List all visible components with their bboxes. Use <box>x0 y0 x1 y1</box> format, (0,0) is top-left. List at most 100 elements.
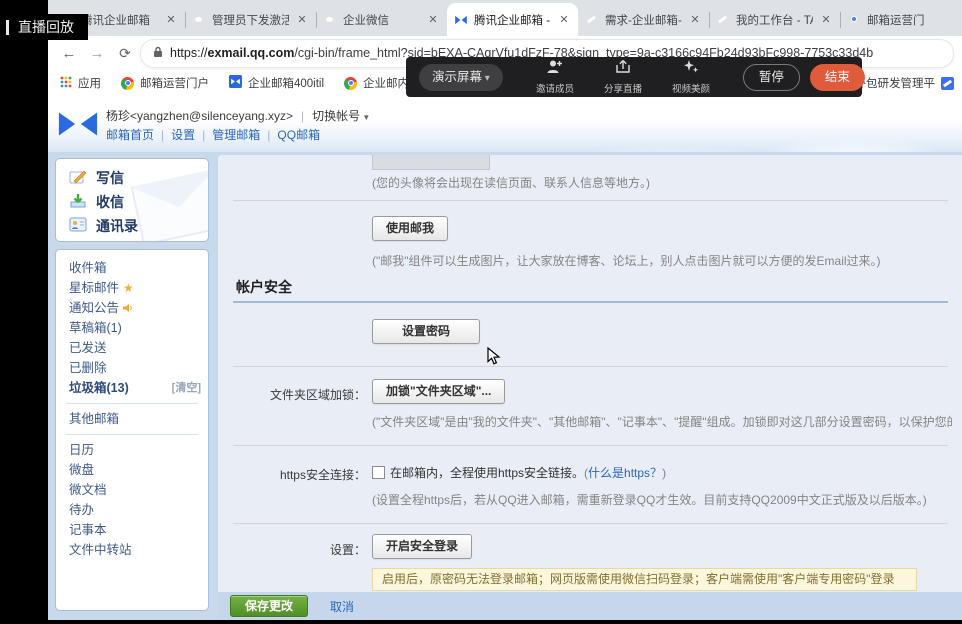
nav-manage-mail[interactable]: 管理邮箱 <box>212 128 260 142</box>
bookmark-mail-portal[interactable]: 邮箱运营门户 <box>121 75 209 91</box>
folder-starred[interactable]: 星标邮件★ <box>56 278 208 298</box>
tab-title: 腾讯企业邮箱 - 常 <box>474 12 551 28</box>
apps-grid-icon <box>60 76 72 91</box>
tab-mail-portal[interactable]: 邮箱运营门 <box>840 3 962 36</box>
live-replay-badge: 直播回放 <box>0 14 88 40</box>
back-button[interactable] <box>56 40 82 66</box>
folder-inbox[interactable]: 收件箱 <box>56 258 208 278</box>
chrome-icon <box>121 77 134 90</box>
what-is-https-link[interactable]: 什么是https？ <box>588 466 662 480</box>
chrome-icon <box>344 77 357 90</box>
wecom-favicon <box>192 13 206 27</box>
nav-qq-mail[interactable]: QQ邮箱 <box>277 128 320 142</box>
https-checkbox[interactable] <box>372 466 385 479</box>
sparkle-icon <box>683 59 699 79</box>
tab-activation-code[interactable]: 管理员下发激活码 <box>185 3 316 36</box>
mailme-note: ("邮我"组件可以生成图片，让大家放在博客、论坛上，别人点击图片就可以方便的发E… <box>372 252 881 269</box>
folder-announcements[interactable]: 通知公告 <box>56 298 208 318</box>
empty-spam-link[interactable]: [清空] <box>172 378 201 398</box>
compose-button[interactable]: 写信 <box>56 166 208 190</box>
exmail-page: 杨珍<yangzhen@silenceyang.xyz> | 切换帐号 邮箱首页… <box>48 96 962 620</box>
folder-file-transfer[interactable]: 文件中转站 <box>56 540 208 560</box>
mail-top-nav: 邮箱首页 设置 管理邮箱 QQ邮箱 <box>106 126 334 143</box>
switch-account-menu[interactable]: 切换帐号 <box>312 107 370 124</box>
nav-settings[interactable]: 设置 <box>171 128 195 142</box>
mail-header: 杨珍<yangzhen@silenceyang.xyz> | 切换帐号 邮箱首页… <box>48 96 962 152</box>
nav-mail-home[interactable]: 邮箱首页 <box>106 128 154 142</box>
https-row: 在邮箱内，全程使用https安全链接。(什么是https？) <box>372 464 666 481</box>
pause-button[interactable]: 暂停 <box>743 64 800 91</box>
forward-button[interactable] <box>84 40 110 66</box>
enable-secure-login-button[interactable]: 开启安全登录 <box>372 534 472 559</box>
folder-notebook[interactable]: 记事本 <box>56 520 208 540</box>
settings-panel: (您的头像将会出现在读信页面、联系人信息等地方。) 使用邮我 ("邮我"组件可以… <box>218 155 962 592</box>
bookmark-apps[interactable]: 应用 <box>60 75 101 91</box>
end-button[interactable]: 结束 <box>810 64 865 91</box>
folder-drafts[interactable]: 草稿箱(1) <box>56 318 208 338</box>
account-address: 杨珍<yangzhen@silenceyang.xyz> <box>106 107 293 124</box>
screen-recording-stage: 腾讯企业邮箱 管理员下发激活码 企业微信 腾讯企业邮箱 - 常 <box>0 0 962 624</box>
tab-close-icon[interactable] <box>164 13 178 27</box>
toolbar-actions: 邀请成员 分享直播 视频美颜 <box>529 59 717 95</box>
screen-share-toolbar: 演示屏幕 邀请成员 分享直播 视频美颜 暂停 <box>406 57 862 97</box>
avatar-control-stub <box>372 155 490 170</box>
section-underline <box>233 301 948 303</box>
pencil-icon <box>69 169 87 188</box>
share-live-button[interactable]: 分享直播 <box>597 59 649 95</box>
replay-label: 直播回放 <box>18 17 74 37</box>
tab-close-icon[interactable] <box>688 13 702 27</box>
cancel-link[interactable]: 取消 <box>330 598 354 615</box>
folder-lock-label: 文件夹区域加锁： <box>218 386 366 403</box>
folder-wedrive[interactable]: 微盘 <box>56 460 208 480</box>
compose-box: 写信 收信 通讯录 <box>55 158 209 242</box>
save-bar: 保存更改 取消 <box>218 592 962 620</box>
folder-spam[interactable]: 垃圾箱(13)[清空] <box>56 378 208 398</box>
mailme-button[interactable]: 使用邮我 <box>372 216 448 241</box>
folder-wedoc[interactable]: 微文档 <box>56 480 208 500</box>
tapd-icon <box>941 77 954 90</box>
present-screen-button[interactable]: 演示屏幕 <box>419 64 503 91</box>
folder-lock-button[interactable]: 加锁"文件夹区域"... <box>372 379 505 404</box>
tapd-favicon <box>585 13 599 27</box>
folder-sent[interactable]: 已发送 <box>56 338 208 358</box>
folder-other-mailboxes[interactable]: 其他邮箱 <box>56 409 208 429</box>
wecom-favicon <box>323 13 337 27</box>
tab-close-icon[interactable] <box>426 13 440 27</box>
save-changes-button[interactable]: 保存更改 <box>230 595 308 617</box>
share-up-icon <box>615 59 631 79</box>
tab-title: 腾讯企业邮箱 <box>81 12 158 28</box>
folder-calendar[interactable]: 日历 <box>56 440 208 460</box>
folder-deleted[interactable]: 已删除 <box>56 358 208 378</box>
inbox-icon <box>69 193 87 212</box>
tab-wecom[interactable]: 企业微信 <box>316 3 447 36</box>
set-password-button[interactable]: 设置密码 <box>372 319 480 344</box>
tab-close-icon[interactable] <box>557 13 571 27</box>
invite-members-button[interactable]: 邀请成员 <box>529 59 581 95</box>
bookmark-exmail-400[interactable]: 企业邮箱400itil <box>229 75 324 91</box>
beauty-filter-button[interactable]: 视频美颜 <box>665 59 717 95</box>
exmail-favicon <box>454 13 468 27</box>
bookmark-outsourcing-platform[interactable]: 外包研发管理平 <box>855 75 955 91</box>
browser-tab-strip: 腾讯企业邮箱 管理员下发激活码 企业微信 腾讯企业邮箱 - 常 <box>48 0 962 36</box>
contacts-button[interactable]: 通讯录 <box>56 214 208 238</box>
reload-button[interactable] <box>112 40 138 66</box>
folder-todo[interactable]: 待办 <box>56 500 208 520</box>
lock-icon <box>153 46 163 61</box>
tab-tapd-workbench[interactable]: 我的工作台 - TAP <box>709 3 840 36</box>
secure-login-note: 启用后，原密码无法登录邮箱；网页版需使用微信扫码登录；客户端需使用"客户端专用密… <box>372 568 917 591</box>
tab-title: 邮箱运营门 <box>867 12 955 28</box>
tab-title: 企业微信 <box>343 12 420 28</box>
tab-close-icon[interactable] <box>819 13 833 27</box>
mail-sidebar: 写信 收信 通讯录 <box>55 158 209 611</box>
receive-button[interactable]: 收信 <box>56 190 208 214</box>
tab-exmail-active[interactable]: 腾讯企业邮箱 - 常 <box>447 3 578 36</box>
tab-close-icon[interactable] <box>295 13 309 27</box>
tapd-favicon <box>716 13 730 27</box>
divider <box>66 403 198 404</box>
tab-tapd-requirement[interactable]: 需求-企业邮箱-TA <box>578 3 709 36</box>
folder-lock-note: ("文件夹区域"是由"我的文件夹"、"其他邮箱"、"记事本"、"提醒"组成。加锁… <box>372 413 952 430</box>
avatar-note: (您的头像将会出现在读信页面、联系人信息等地方。) <box>372 174 650 191</box>
divider <box>66 434 198 435</box>
divider <box>233 366 948 367</box>
https-note: (设置全程https后，若从QQ进入邮箱，需重新登录QQ才生效。目前支持QQ20… <box>372 491 927 508</box>
